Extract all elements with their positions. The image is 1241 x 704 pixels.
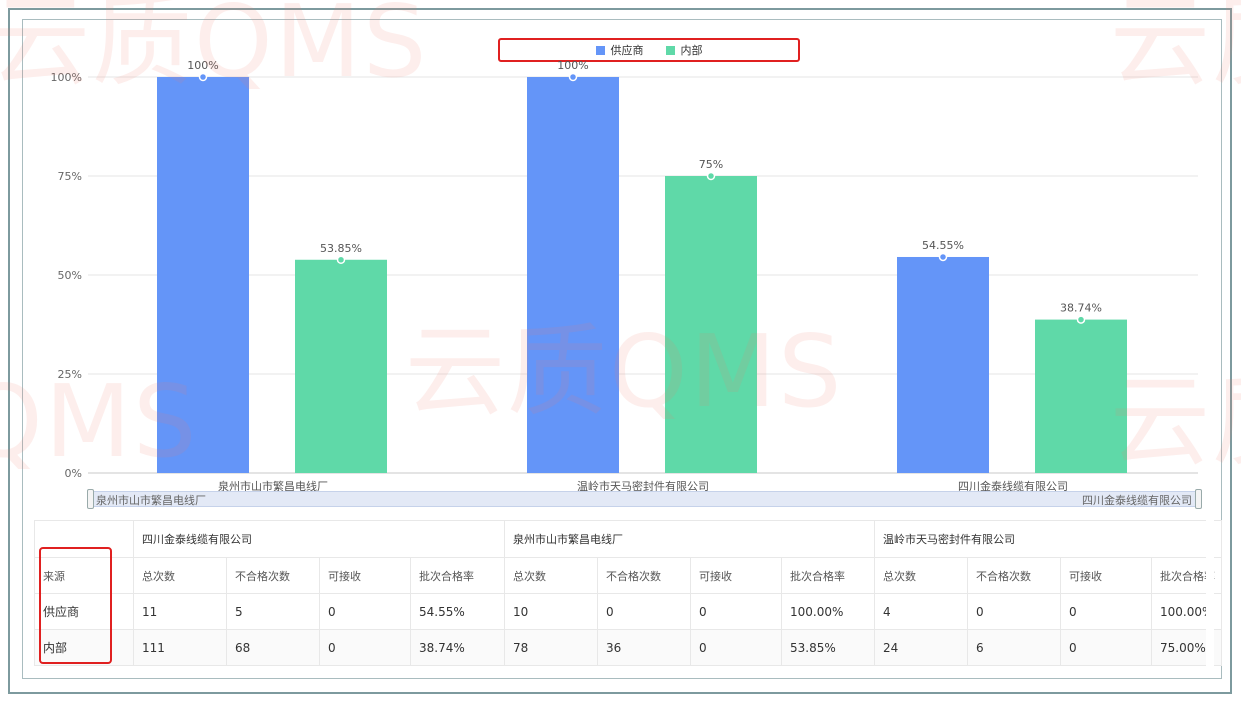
table-cell: 0 <box>319 593 411 630</box>
table-column-header: 总次数 <box>504 557 598 594</box>
table-group-row: 四川金泰线缆有限公司 泉州市山市繁昌电线厂 温岭市天马密封件有限公司 <box>34 520 1222 558</box>
table-cell: 0 <box>597 593 691 630</box>
table-column-header: 不合格次数 <box>226 557 320 594</box>
y-tick-label: 0% <box>65 467 82 480</box>
table-column-header: 批次合格率 <box>410 557 505 594</box>
datazoom-end-label: 四川金泰线缆有限公司 <box>1082 494 1192 507</box>
y-tick-label: 100% <box>51 71 82 84</box>
table-row-source: 内部 <box>34 629 134 666</box>
table-cell: 5 <box>226 593 320 630</box>
table-cell: 78 <box>504 629 598 666</box>
table-header-row: 来源 总次数 不合格次数 可接收 批次合格率 总次数 不合格次数 可接收 批次合… <box>34 557 1222 594</box>
table-group-header: 四川金泰线缆有限公司 <box>133 520 505 558</box>
table-cell: 10 <box>504 593 598 630</box>
data-label: 75% <box>699 158 723 171</box>
table-cell: 68 <box>226 629 320 666</box>
table-row-source: 供应商 <box>34 593 134 630</box>
data-label: 54.55% <box>922 239 964 252</box>
datazoom-handle-left[interactable] <box>87 489 94 509</box>
table-column-header: 可接收 <box>690 557 782 594</box>
bar <box>527 77 619 473</box>
y-tick-label: 25% <box>58 368 82 381</box>
bar <box>157 77 249 473</box>
table-cell: 100.00% <box>781 593 875 630</box>
table-cell: 53.85% <box>781 629 875 666</box>
bar-point <box>568 72 578 82</box>
bar <box>897 256 989 473</box>
table-cell: 6 <box>967 629 1061 666</box>
table-column-header: 总次数 <box>133 557 227 594</box>
bar <box>1035 319 1127 473</box>
table-row-internal: 内部 111 68 0 38.74% 78 36 0 53.85% 24 6 0… <box>34 629 1222 666</box>
table-group-header: 泉州市山市繁昌电线厂 <box>504 520 875 558</box>
bar <box>665 176 757 473</box>
y-tick-label: 75% <box>58 170 82 183</box>
table-column-header: 批次合格率 <box>781 557 875 594</box>
table-column-header: 可接收 <box>1060 557 1152 594</box>
data-label: 100% <box>187 59 218 72</box>
table-column-header: 总次数 <box>874 557 968 594</box>
bar-point <box>706 171 716 181</box>
table-cell: 54.55% <box>410 593 505 630</box>
table-cell: 0 <box>1060 593 1152 630</box>
table-clip-edge <box>1206 520 1214 666</box>
table-column-header: 不合格次数 <box>967 557 1061 594</box>
table-cell: 36 <box>597 629 691 666</box>
table-cell: 111 <box>133 629 227 666</box>
table-cell: 38.74% <box>410 629 505 666</box>
y-tick-label: 50% <box>58 269 82 282</box>
bar-point <box>198 72 208 82</box>
data-table: 四川金泰线缆有限公司 泉州市山市繁昌电线厂 温岭市天马密封件有限公司 来源 总次… <box>34 520 1222 666</box>
data-label: 38.74% <box>1060 302 1102 315</box>
table-cell: 0 <box>967 593 1061 630</box>
data-label: 100% <box>557 59 588 72</box>
datazoom-track[interactable] <box>91 491 1198 507</box>
bar-point <box>336 255 346 265</box>
table-group-header: 温岭市天马密封件有限公司 <box>874 520 1222 558</box>
table-cell: 11 <box>133 593 227 630</box>
table-cell: 0 <box>1060 629 1152 666</box>
bar-point <box>938 252 948 262</box>
data-label: 53.85% <box>320 242 362 255</box>
datazoom-handle-right[interactable] <box>1195 489 1202 509</box>
datazoom-start-label: 泉州市山市繁昌电线厂 <box>96 494 206 507</box>
table-column-header: 可接收 <box>319 557 411 594</box>
table-cell: 24 <box>874 629 968 666</box>
table-cell: 4 <box>874 593 968 630</box>
table-cell: 0 <box>319 629 411 666</box>
table-column-header: 不合格次数 <box>597 557 691 594</box>
table-source-header: 来源 <box>34 557 134 594</box>
bar-point <box>1076 315 1086 324</box>
table-row-supplier: 供应商 11 5 0 54.55% 10 0 0 100.00% 4 0 0 1… <box>34 593 1222 630</box>
table-cell: 0 <box>690 629 782 666</box>
datazoom-slider[interactable]: 泉州市山市繁昌电线厂 四川金泰线缆有限公司 <box>87 489 1202 509</box>
table-cell: 0 <box>690 593 782 630</box>
table-corner-cell <box>34 520 134 558</box>
bar <box>295 259 387 473</box>
